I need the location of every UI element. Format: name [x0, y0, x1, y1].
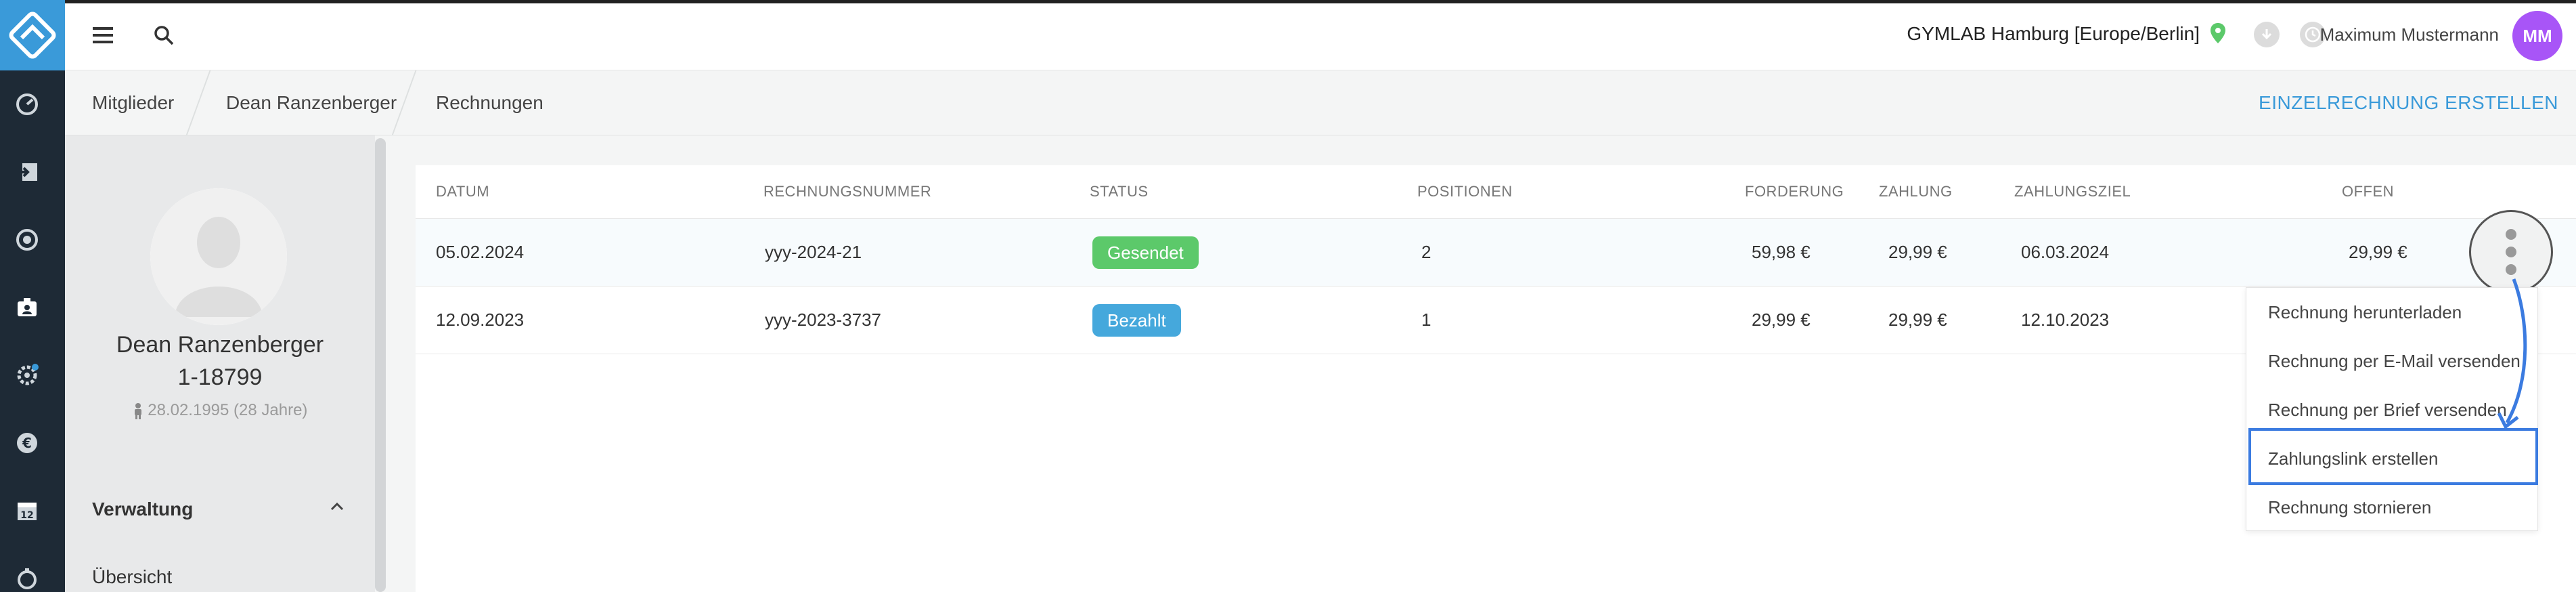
dot — [2506, 247, 2516, 257]
column-header-open[interactable]: OFFEN — [2342, 183, 2394, 200]
dot — [2506, 264, 2516, 275]
breadcrumb-invoices: Rechnungen — [436, 92, 543, 113]
location-pin-icon — [2211, 23, 2225, 47]
main-nav: € 12 — [0, 70, 51, 592]
chevron-up-icon[interactable] — [329, 499, 345, 518]
cell-claim: 59,98 € — [1752, 242, 1811, 262]
menu-item-overview[interactable]: Übersicht — [92, 566, 172, 588]
dot — [2506, 229, 2516, 240]
member-number: 1-18799 — [177, 364, 263, 390]
menu-item-cancel-invoice[interactable]: Rechnung stornieren — [2246, 483, 2539, 532]
column-header-payment[interactable]: ZAHLUNG — [1879, 183, 1953, 200]
cell-date: 12.09.2023 — [436, 310, 525, 330]
scrollbar[interactable] — [375, 138, 386, 592]
avatar[interactable]: MM — [2512, 11, 2562, 61]
table-row[interactable]: 05.02.2024 yyy-2024-21 Gesendet 2 59,98 … — [416, 218, 2576, 286]
record-icon[interactable] — [15, 228, 39, 252]
cell-number: yyy-2024-21 — [765, 242, 862, 262]
cell-number: yyy-2023-3737 — [765, 310, 881, 330]
column-header-due-date[interactable]: ZAHLUNGSZIEL — [2014, 183, 2131, 200]
menu-icon[interactable] — [85, 18, 120, 53]
calendar-icon[interactable]: 12 — [15, 499, 39, 523]
svg-text:€: € — [22, 435, 32, 451]
member-panel: Dean Ranzenberger 1-18799 28.02.1995 (28… — [65, 135, 375, 592]
breadcrumb-separator — [185, 70, 211, 135]
app-logo[interactable] — [0, 0, 65, 70]
member-name: Dean Ranzenberger — [116, 332, 324, 358]
status-badge: Bezahlt — [1092, 304, 1181, 337]
status-badge: Gesendet — [1092, 236, 1199, 269]
cell-payment: 29,99 € — [1888, 242, 1947, 262]
person-icon — [134, 402, 141, 419]
member-photo — [150, 188, 287, 325]
breadcrumb: Mitglieder Dean Ranzenberger Rechnungen … — [65, 70, 2576, 135]
column-header-date[interactable]: DATUM — [436, 183, 489, 200]
top-bar: GYMLAB Hamburg [Europe/Berlin] Maximum M… — [0, 0, 2576, 70]
cell-positions: 1 — [1421, 310, 1431, 330]
breadcrumb-members[interactable]: Mitglieder — [92, 92, 174, 114]
checkin-icon[interactable] — [15, 160, 39, 184]
cell-positions: 2 — [1421, 242, 1431, 262]
nav-edge — [51, 70, 65, 592]
column-header-number[interactable]: RECHNUNGSNUMMER — [763, 183, 931, 200]
cell-due-date: 06.03.2024 — [2021, 242, 2110, 262]
euro-icon[interactable]: € — [15, 431, 39, 455]
cell-payment: 29,99 € — [1888, 310, 1947, 330]
column-header-status[interactable]: STATUS — [1090, 183, 1149, 200]
annotation-arrow — [2497, 278, 2527, 429]
svg-text:12: 12 — [20, 510, 33, 521]
settings-icon[interactable] — [15, 363, 39, 387]
location-label[interactable]: GYMLAB Hamburg [Europe/Berlin] — [1907, 23, 2200, 45]
download-icon[interactable] — [2254, 22, 2280, 47]
cell-due-date: 12.10.2023 — [2021, 310, 2110, 330]
member-dob-text: 28.02.1995 (28 Jahre) — [148, 401, 308, 419]
dashboard-icon[interactable] — [15, 92, 39, 117]
members-icon[interactable] — [15, 295, 39, 320]
top-border — [0, 0, 2576, 3]
cell-date: 05.02.2024 — [436, 242, 525, 262]
breadcrumb-member-name[interactable]: Dean Ranzenberger — [226, 92, 397, 114]
timer-icon[interactable] — [15, 566, 39, 591]
column-header-positions[interactable]: POSITIONEN — [1417, 183, 1513, 200]
cell-open: 29,99 € — [2349, 242, 2407, 262]
member-birthdate: 28.02.1995 (28 Jahre) — [65, 401, 375, 420]
column-header-claim[interactable]: FORDERUNG — [1745, 183, 1844, 200]
create-single-invoice-button[interactable]: EINZELRECHNUNG ERSTELLEN — [2259, 92, 2558, 114]
cell-claim: 29,99 € — [1752, 310, 1811, 330]
section-verwaltung[interactable]: Verwaltung — [92, 499, 193, 520]
search-icon[interactable] — [146, 18, 181, 53]
user-name[interactable]: Maximum Mustermann — [2320, 24, 2499, 45]
